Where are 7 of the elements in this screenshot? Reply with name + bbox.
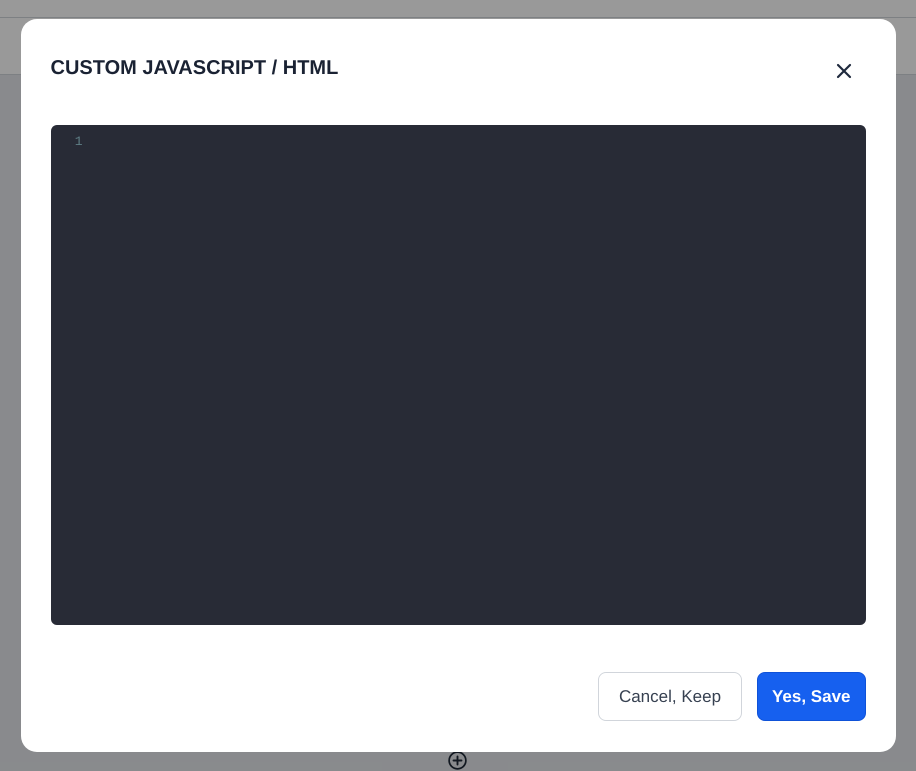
line-number: 1: [74, 134, 82, 150]
add-circle-icon[interactable]: [448, 751, 466, 770]
cancel-button[interactable]: Cancel, Keep: [598, 672, 742, 721]
code-editor[interactable]: 1: [50, 125, 866, 625]
dialog-title: CUSTOM JAVASCRIPT / HTML: [50, 56, 338, 81]
close-icon: [836, 63, 852, 79]
save-button[interactable]: Yes, Save: [757, 672, 866, 721]
